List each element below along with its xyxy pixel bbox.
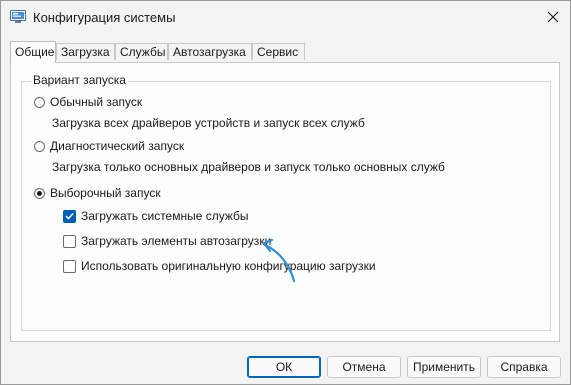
cancel-button[interactable]: Отмена	[327, 356, 401, 378]
checkbox-load-startup-items[interactable]: Загружать элементы автозагрузки	[63, 234, 271, 248]
general-tab-panel: Вариант запуска Обычный запуск Загрузка …	[10, 62, 560, 342]
normal-startup-description: Загрузка всех драйверов устройств и запу…	[52, 116, 365, 130]
tab-boot[interactable]: Загрузка	[56, 43, 115, 60]
checkbox-startup-items-label: Загружать элементы автозагрузки	[81, 234, 272, 248]
window-title: Конфигурация системы	[33, 10, 176, 25]
close-button[interactable]	[536, 1, 570, 33]
group-legend: Вариант запуска	[31, 73, 128, 87]
msconfig-app-icon	[10, 10, 26, 23]
radio-diagnostic-label: Диагностический запуск	[50, 139, 185, 153]
startup-selection-group: Вариант запуска Обычный запуск Загрузка …	[21, 73, 551, 331]
radio-diagnostic-startup[interactable]: Диагностический запуск	[34, 139, 184, 153]
checkbox-original-config-box[interactable]	[63, 259, 76, 273]
annotation-arrow-icon	[262, 238, 296, 283]
tab-tools[interactable]: Сервис	[252, 43, 305, 60]
checkbox-use-original-boot-config[interactable]: Использовать оригинальную конфигурацию з…	[63, 259, 376, 273]
apply-button[interactable]: Применить	[407, 356, 481, 378]
checkbox-load-system-services[interactable]: Загружать системные службы	[63, 209, 249, 223]
system-configuration-window: Конфигурация системы Общие Загрузка Служ…	[0, 0, 571, 385]
radio-selective-startup[interactable]: Выборочный запуск	[34, 186, 161, 200]
radio-normal-startup[interactable]: Обычный запуск	[34, 95, 142, 109]
radio-normal-label: Обычный запуск	[50, 95, 143, 109]
title-bar: Конфигурация системы	[1, 1, 570, 35]
close-icon	[547, 11, 559, 23]
tab-general[interactable]: Общие	[10, 41, 56, 63]
radio-selective-label: Выборочный запуск	[50, 186, 161, 200]
checkbox-original-config-label: Использовать оригинальную конфигурацию з…	[81, 259, 376, 273]
help-button[interactable]: Справка	[487, 356, 561, 378]
ok-button[interactable]: ОК	[247, 356, 321, 378]
radio-selective-indicator[interactable]	[34, 187, 45, 199]
radio-normal-indicator[interactable]	[34, 96, 45, 108]
checkbox-system-services-box[interactable]	[63, 209, 76, 223]
diagnostic-startup-description: Загрузка только основных драйверов и зап…	[52, 160, 445, 174]
radio-diagnostic-indicator[interactable]	[34, 140, 45, 152]
tab-services[interactable]: Службы	[115, 43, 168, 60]
tab-startup[interactable]: Автозагрузка	[168, 43, 252, 60]
checkbox-system-services-label: Загружать системные службы	[81, 209, 249, 223]
checkmark-icon	[65, 212, 74, 220]
checkbox-startup-items-box[interactable]	[63, 234, 76, 248]
